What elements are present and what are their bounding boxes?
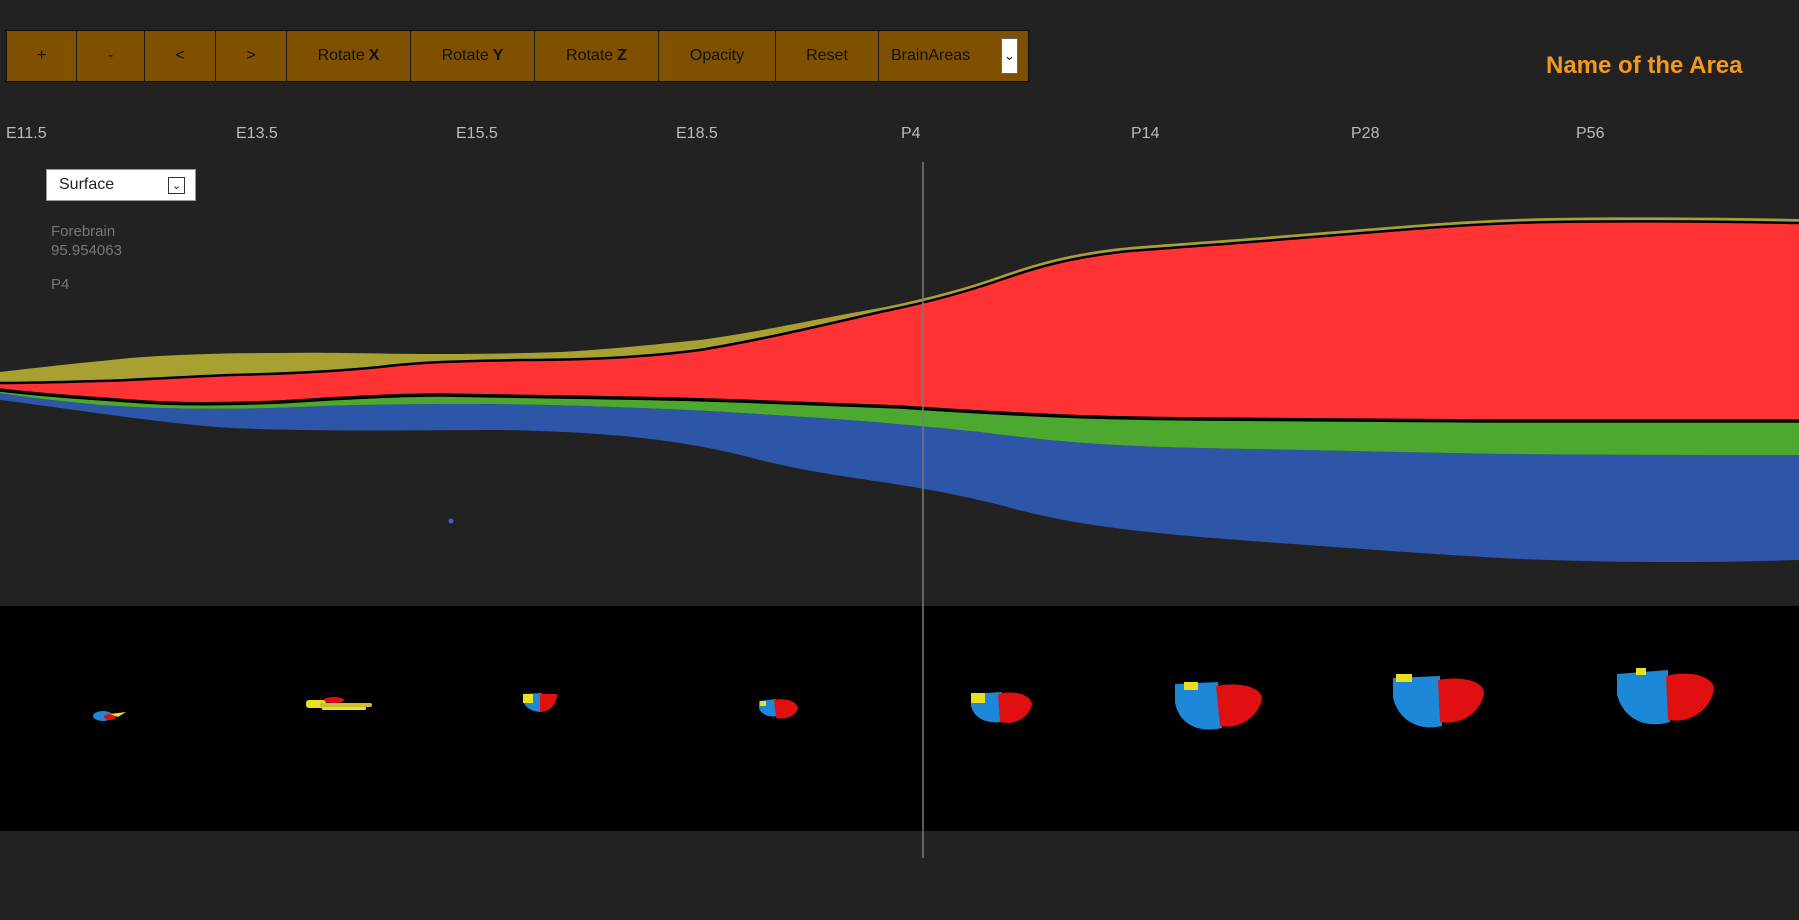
brain-render-strip[interactable] [0,606,1799,831]
stream-layer-red[interactable] [0,221,1799,421]
hover-point [448,518,454,524]
brain-model-e11-5[interactable] [88,704,132,728]
render-mode-select[interactable]: Surface ⌄ [46,169,196,201]
info-area-value: 95.954063 [51,242,122,259]
brain-model-p14[interactable] [1172,678,1264,734]
chevron-down-icon[interactable]: ⌄ [168,177,185,194]
brain-model-e13-5[interactable] [302,694,376,716]
brain-model-e15-5[interactable] [520,690,560,716]
render-mode-value: Surface [59,176,115,193]
brain-model-p56[interactable] [1614,664,1716,730]
brain-model-p4[interactable] [968,688,1034,728]
info-area-name: Forebrain [51,223,116,240]
info-stage: P4 [51,276,70,293]
brain-model-p28[interactable] [1390,670,1486,732]
brain-model-e18-5[interactable] [756,696,800,722]
